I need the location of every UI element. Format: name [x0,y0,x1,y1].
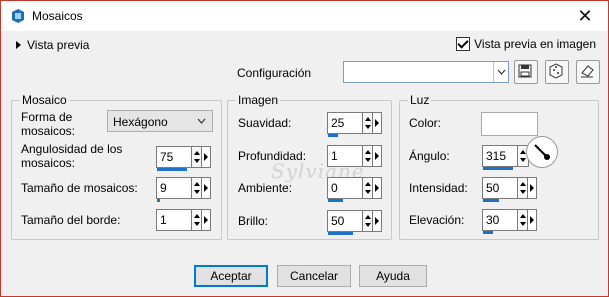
elevation-value: 30 [486,213,500,227]
size-slider-toggle[interactable] [201,177,211,199]
spin-down-icon[interactable] [520,222,526,226]
size-label: Tamaño de mosaicos: [21,181,138,195]
ambient-slider[interactable] [328,199,343,202]
border-label: Tamaño del borde: [21,213,121,227]
angularity-label: Angulosidad de los mosaicos: [21,142,123,170]
bright-slider[interactable] [328,232,353,235]
intensity-slider[interactable] [483,199,499,202]
smooth-label: Suavidad: [238,116,292,130]
dialog-window: Mosaicos ✕ Vista previa Vista previa en … [0,0,609,297]
window-title: Mosaicos [32,9,83,23]
close-button[interactable]: ✕ [568,3,602,29]
spin-down-icon[interactable] [194,159,200,163]
spin-up-icon[interactable] [194,151,200,155]
angle-label: Ángulo: [409,149,450,163]
border-value: 1 [160,213,167,227]
preview-label: Vista previa [27,38,90,52]
ambient-slider-toggle[interactable] [372,177,382,199]
mosaico-title: Mosaico [20,93,69,107]
config-label: Configuración [237,66,312,80]
angularity-value: 75 [160,150,174,164]
spin-up-icon[interactable] [365,117,371,121]
luz-title: Luz [408,93,432,107]
spin-up-icon[interactable] [520,182,526,186]
spin-down-icon[interactable] [194,222,200,226]
ambient-value: 0 [331,181,338,195]
eraser-icon [581,65,594,78]
chevron-down-icon [197,118,206,124]
border-input[interactable]: 1 [156,209,192,231]
smooth-slider-toggle[interactable] [372,112,382,134]
preview-toggle[interactable]: Vista previa [16,38,89,52]
title-bar[interactable]: Mosaicos ✕ [1,1,608,31]
color-label: Color: [409,116,442,130]
watermark: Sylviane [271,159,365,183]
intensity-label: Intensidad: [409,181,468,195]
elevation-slider[interactable] [483,231,493,234]
config-combobox[interactable] [343,61,509,83]
smooth-slider[interactable] [328,134,338,137]
spin-down-icon[interactable] [520,158,526,162]
size-value: 9 [160,181,167,195]
smooth-input[interactable]: 25 [327,112,363,137]
intensity-input[interactable]: 50 [482,177,518,202]
angle-dial[interactable] [526,136,558,168]
size-slider[interactable] [157,199,160,202]
app-icon [12,9,24,23]
bright-label: Brillo: [238,214,269,228]
intensity-slider-toggle[interactable] [527,177,537,199]
spin-down-icon[interactable] [365,190,371,194]
shape-value: Hexágono [113,115,168,129]
light-color-swatch[interactable] [481,112,538,136]
spin-up-icon[interactable] [194,214,200,218]
bright-value: 50 [331,214,345,228]
border-slider-toggle[interactable] [201,209,211,231]
preview-image-checkbox[interactable] [456,37,471,51]
spin-up-icon[interactable] [520,214,526,218]
cancel-button[interactable]: Cancelar [277,265,351,287]
dice-icon [549,63,563,79]
reset-button[interactable] [576,60,600,84]
accept-button[interactable]: Aceptar [194,265,268,287]
angle-input[interactable]: 315 [482,145,518,170]
expand-arrow-icon [16,41,21,49]
spin-down-icon[interactable] [520,190,526,194]
size-input[interactable]: 9 [156,177,192,202]
spin-down-icon[interactable] [365,125,371,129]
dial-needle-icon [534,144,550,160]
spin-up-icon[interactable] [365,150,371,154]
shape-dropdown[interactable]: Hexágono [107,110,213,132]
ambient-label: Ambiente: [238,181,293,195]
chevron-down-icon[interactable] [493,62,508,82]
imagen-title: Imagen [236,93,281,107]
depth-slider-toggle[interactable] [372,145,382,167]
intensity-value: 50 [486,181,500,195]
angularity-input[interactable]: 75 [156,146,192,171]
angle-slider[interactable] [483,167,513,170]
angularity-slider-toggle[interactable] [201,146,211,168]
preview-image-option[interactable]: Vista previa en imagen [456,37,596,51]
spin-up-icon[interactable] [365,215,371,219]
bright-input[interactable]: 50 [327,210,363,235]
shape-label: Forma de mosaicos: [21,110,76,138]
floppy-icon [518,64,532,78]
preview-image-label: Vista previa en imagen [474,37,596,51]
smooth-value: 25 [331,116,345,130]
help-button[interactable]: Ayuda [359,265,427,287]
spin-down-icon[interactable] [194,190,200,194]
close-icon: ✕ [577,5,593,26]
spin-down-icon[interactable] [365,158,371,162]
elevation-label: Elevación: [409,213,465,227]
save-preset-button[interactable] [514,60,538,84]
angle-value: 315 [486,149,507,163]
elevation-input[interactable]: 30 [482,209,518,234]
spin-up-icon[interactable] [194,182,200,186]
spin-down-icon[interactable] [365,223,371,227]
random-button[interactable] [545,60,569,84]
bright-slider-toggle[interactable] [372,210,382,232]
elevation-slider-toggle[interactable] [527,209,537,231]
angularity-slider[interactable] [157,168,187,171]
spin-up-icon[interactable] [365,182,371,186]
